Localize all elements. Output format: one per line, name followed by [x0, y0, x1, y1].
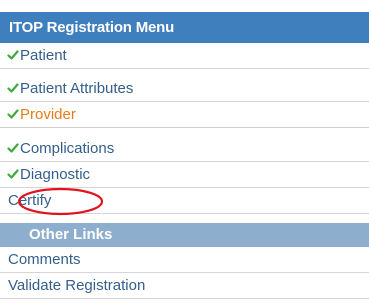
menu-item-label: Certify — [8, 192, 52, 209]
checkmark-icon — [7, 49, 19, 61]
menu-title: ITOP Registration Menu — [0, 12, 369, 43]
other-links-header: Other Links — [0, 223, 369, 247]
menu-item-comments[interactable]: Comments — [0, 247, 369, 273]
menu-item-label: Validate Registration — [8, 277, 146, 294]
menu-item-provider[interactable]: Provider — [0, 102, 369, 128]
menu-item-patient-attributes[interactable]: Patient Attributes — [0, 76, 369, 102]
menu-item-diagnostic[interactable]: Diagnostic — [0, 162, 369, 188]
menu-item-label: Comments — [8, 251, 81, 268]
menu-item-complications[interactable]: Complications — [0, 136, 369, 162]
menu-item-validate-registration[interactable]: Validate Registration — [0, 273, 369, 299]
menu-item-patient[interactable]: Patient — [0, 43, 369, 69]
checkmark-icon — [7, 82, 19, 94]
checkmark-icon — [7, 108, 19, 120]
menu-item-label: Provider — [20, 106, 76, 123]
menu-item-label: Diagnostic — [20, 166, 91, 183]
itop-registration-menu: ITOP Registration Menu Patient Patient A… — [0, 0, 369, 303]
checkmark-icon — [7, 142, 19, 154]
checkmark-icon — [7, 168, 19, 180]
menu-item-label: Complications — [20, 140, 115, 157]
menu-item-certify[interactable]: Certify — [0, 188, 369, 214]
menu-item-label: Patient — [20, 47, 67, 64]
menu-item-label: Patient Attributes — [20, 80, 134, 97]
